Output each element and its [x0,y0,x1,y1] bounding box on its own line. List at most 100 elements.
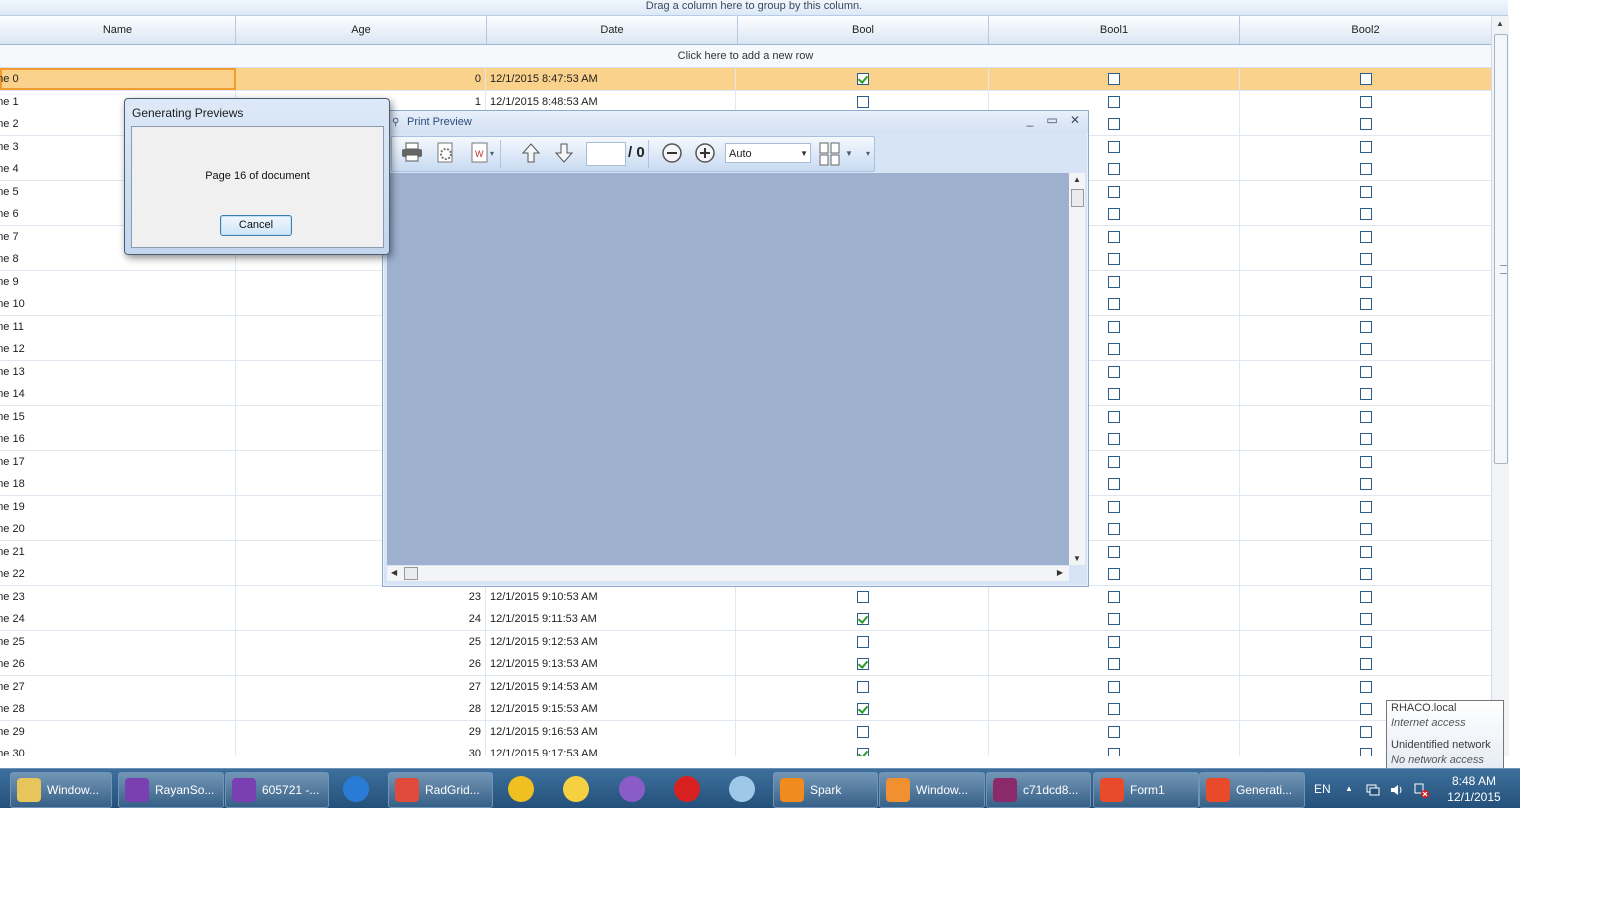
checkbox[interactable] [1359,343,1372,356]
checkbox-checked[interactable] [857,658,869,671]
column-header-bool1[interactable]: Bool1 [989,16,1240,44]
column-header-bool[interactable]: Bool [738,16,989,44]
column-header-age[interactable]: Age [236,16,487,44]
checkbox[interactable] [1359,500,1372,513]
cell-age[interactable]: 23 [236,585,486,608]
table-row[interactable]: ame 28 2812/1/2015 9:15:53 AM [0,698,1491,721]
checkbox[interactable] [1108,343,1120,356]
zoom-out-icon[interactable] [660,142,684,166]
cell-name[interactable]: ame 20 [0,518,236,540]
column-header-date[interactable]: Date [487,16,738,44]
cell-age[interactable]: 24 [236,608,486,630]
checkbox[interactable] [1359,613,1372,626]
checkbox[interactable] [1108,523,1120,536]
cell-name[interactable]: ame 10 [0,293,236,315]
table-row[interactable]: ame 26 2612/1/2015 9:13:53 AM [0,653,1491,676]
cell-age[interactable]: 29 [236,720,486,743]
cell-name[interactable]: ame 15 [0,405,236,428]
chevron-down-icon[interactable]: ▼ [800,144,808,164]
checkbox[interactable] [1108,725,1120,738]
cell-age[interactable]: 28 [236,698,486,720]
taskbar-pinned-app[interactable] [607,772,657,806]
multi-page-icon[interactable] [818,142,842,166]
grid-vertical-scrollbar[interactable]: ▲ [1491,16,1509,756]
checkbox[interactable] [857,95,869,108]
cell-name[interactable]: ame 0 [0,68,236,90]
taskbar-app-button[interactable]: 605721 -... [225,772,329,808]
taskbar-pinned-app[interactable] [662,772,712,806]
language-indicator[interactable]: EN [1314,769,1331,808]
checkbox[interactable] [1108,500,1120,513]
table-row[interactable]: ame 30 3012/1/2015 9:17:53 AM [0,743,1491,756]
cell-name[interactable]: ame 14 [0,383,236,405]
checkbox[interactable] [1108,680,1120,693]
checkbox[interactable] [1108,95,1120,108]
checkbox[interactable] [1108,320,1120,333]
checkbox[interactable] [1108,545,1120,558]
print-icon[interactable] [400,142,424,166]
taskbar-app-button[interactable]: Spark [773,772,878,808]
checkbox[interactable] [857,635,869,648]
taskbar-app-button[interactable]: Window... [10,772,112,808]
scrollbar-thumb[interactable] [1494,34,1508,464]
checkbox[interactable] [1108,748,1120,756]
taskbar-app-button[interactable]: RadGrid... [388,772,493,808]
checkbox-checked[interactable] [857,703,869,716]
scrollbar-thumb[interactable] [404,567,418,580]
checkbox[interactable] [1359,635,1372,648]
checkbox-checked[interactable] [857,613,869,626]
cell-name[interactable]: ame 21 [0,540,236,563]
checkbox[interactable] [1108,73,1120,86]
scrollbar-thumb[interactable] [1071,189,1084,207]
close-button[interactable]: ✕ [1066,113,1084,129]
checkbox[interactable] [1359,523,1372,536]
column-header-bool2[interactable]: Bool2 [1240,16,1491,44]
checkbox[interactable] [1359,275,1372,288]
checkbox[interactable] [1108,410,1120,423]
scroll-left-arrow-icon[interactable]: ◀ [391,568,397,577]
checkbox[interactable] [1359,208,1372,221]
arrow-up-icon[interactable] [519,142,543,166]
checkbox[interactable] [1359,748,1372,756]
checkbox[interactable] [1359,410,1372,423]
checkbox[interactable] [1108,590,1120,603]
cell-date[interactable]: 12/1/2015 9:10:53 AM [487,585,736,608]
clock[interactable]: 8:48 AM 12/1/2015 [1438,773,1510,805]
checkbox[interactable] [1359,118,1372,131]
cell-name[interactable]: ame 11 [0,315,236,338]
taskbar-app-button[interactable]: c71dcd8... [986,772,1091,808]
checkbox[interactable] [1359,185,1372,198]
action-center-icon[interactable] [1366,769,1380,808]
checkbox[interactable] [1359,478,1372,491]
cell-name[interactable]: ame 16 [0,428,236,450]
checkbox[interactable] [1359,73,1372,86]
taskbar-pinned-app[interactable] [496,772,546,806]
volume-icon[interactable] [1390,769,1404,808]
checkbox[interactable] [1359,568,1372,581]
cell-date[interactable]: 12/1/2015 9:11:53 AM [487,608,736,630]
cell-date[interactable]: 12/1/2015 9:16:53 AM [487,720,736,743]
cell-name[interactable]: ame 22 [0,563,236,585]
checkbox[interactable] [1108,140,1120,153]
cell-age[interactable]: 26 [236,653,486,675]
checkbox[interactable] [1359,230,1372,243]
table-row[interactable]: ame 27 2712/1/2015 9:14:53 AM [0,675,1491,699]
network-icon[interactable] [1413,769,1429,808]
page-number-input[interactable] [586,142,626,166]
checkbox[interactable] [1108,613,1120,626]
scroll-down-arrow-icon[interactable]: ▼ [1073,554,1081,563]
checkbox[interactable] [1108,433,1120,446]
cell-name[interactable]: ame 24 [0,608,236,630]
cell-age[interactable]: 30 [236,743,486,756]
arrow-down-icon[interactable] [552,142,576,166]
checkbox[interactable] [1108,230,1120,243]
cell-age[interactable]: 0 [236,68,486,90]
print-preview-titlebar[interactable]: ⚲ Print Preview _ ▭ ✕ [383,111,1088,133]
scroll-up-arrow-icon[interactable]: ▲ [1073,175,1081,184]
checkbox[interactable] [1108,298,1120,311]
maximize-button[interactable]: ▭ [1043,113,1061,129]
cell-date[interactable]: 12/1/2015 9:12:53 AM [487,630,736,653]
cell-name[interactable]: ame 12 [0,338,236,360]
cell-date[interactable]: 12/1/2015 9:13:53 AM [487,653,736,675]
checkbox-checked[interactable] [857,748,869,756]
